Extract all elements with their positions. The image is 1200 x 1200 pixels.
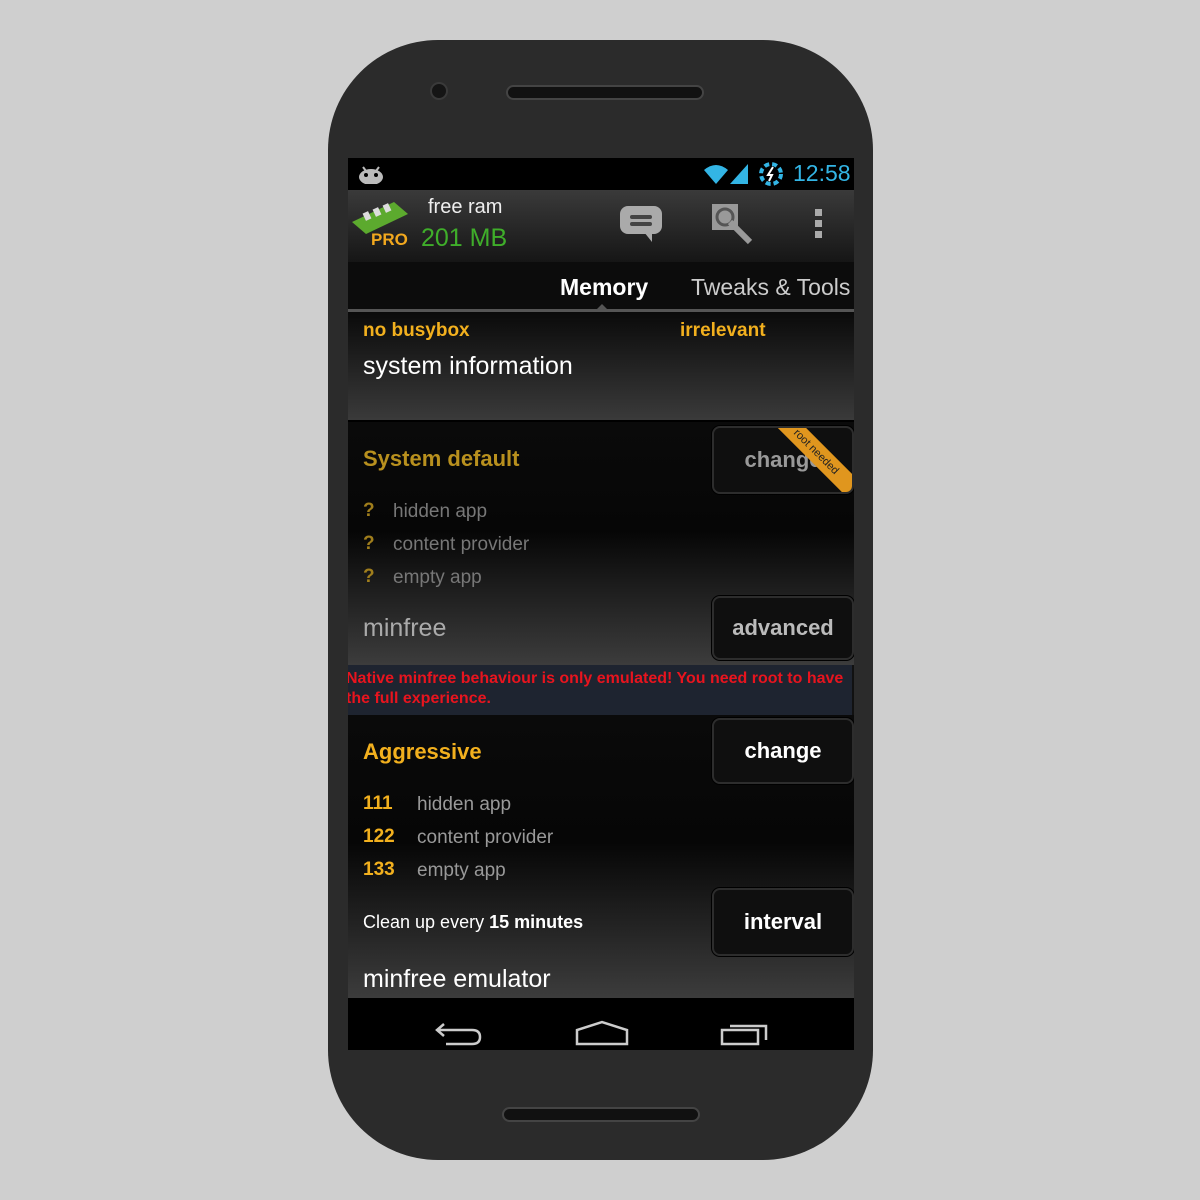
row-value: ? bbox=[363, 500, 375, 521]
row-label: content provider bbox=[417, 827, 554, 848]
row-value: 111 bbox=[363, 793, 393, 814]
minfree-label: minfree bbox=[363, 614, 447, 642]
system-info-title: system information bbox=[363, 352, 573, 380]
app-title: free ram bbox=[428, 196, 503, 218]
tab-bar: Memory Tweaks & Tools bbox=[348, 262, 854, 312]
system-default-card: System default change root needed ? hidd… bbox=[348, 420, 854, 665]
battery-charging-icon bbox=[759, 162, 783, 186]
recent-apps-icon[interactable] bbox=[720, 1020, 772, 1046]
cleanup-interval-value: 15 minutes bbox=[489, 912, 584, 932]
row-label: empty app bbox=[393, 567, 482, 588]
wifi-signal-icon bbox=[704, 164, 748, 184]
row-value: 133 bbox=[363, 859, 395, 880]
cleanup-prefix: Clean up every bbox=[363, 912, 485, 932]
free-ram-value: 201 MB bbox=[421, 224, 508, 252]
root-warning: Native minfree behaviour is only emulate… bbox=[348, 665, 852, 715]
tab-tweaks-tools[interactable]: Tweaks & Tools bbox=[691, 274, 850, 301]
row-label: empty app bbox=[417, 860, 506, 881]
row-label: content provider bbox=[393, 534, 530, 555]
navigation-bar bbox=[348, 998, 854, 1050]
aggressive-card: Aggressive change 111 hidden app 122 con… bbox=[348, 715, 854, 998]
system-info-card[interactable]: no busybox irrelevant system information bbox=[348, 312, 854, 420]
row-label: hidden app bbox=[417, 794, 512, 815]
busybox-status: no busybox bbox=[363, 320, 470, 341]
clock: 12:58 bbox=[793, 160, 851, 186]
bottom-speaker bbox=[502, 1107, 700, 1122]
status-bar: 12:58 bbox=[348, 158, 854, 190]
profile-title: Aggressive bbox=[363, 739, 482, 764]
pro-badge: PRO bbox=[371, 230, 408, 249]
change-button-disabled[interactable]: change root needed bbox=[712, 426, 854, 494]
home-icon[interactable] bbox=[575, 1020, 629, 1046]
overflow-menu-icon[interactable] bbox=[814, 208, 824, 240]
active-tab-indicator bbox=[596, 304, 608, 310]
earpiece bbox=[506, 85, 704, 100]
front-camera bbox=[430, 82, 448, 100]
wrench-search-icon[interactable] bbox=[710, 202, 756, 246]
interval-button[interactable]: interval bbox=[712, 888, 854, 956]
chat-icon[interactable] bbox=[618, 204, 664, 244]
root-status: irrelevant bbox=[680, 320, 766, 341]
tab-memory[interactable]: Memory bbox=[560, 274, 648, 301]
row-value: ? bbox=[363, 566, 375, 587]
change-button[interactable]: change bbox=[712, 718, 854, 784]
android-notification-icon bbox=[359, 166, 383, 184]
action-bar: PRO free ram 201 MB bbox=[348, 190, 854, 262]
back-icon[interactable] bbox=[434, 1020, 484, 1046]
advanced-button[interactable]: advanced bbox=[712, 596, 854, 660]
row-value: 122 bbox=[363, 826, 395, 847]
minfree-emulator-label: minfree emulator bbox=[363, 965, 551, 993]
row-value: ? bbox=[363, 533, 375, 554]
screen: 12:58 PRO free ram 201 MB Memory Tweaks … bbox=[348, 158, 854, 1050]
row-label: hidden app bbox=[393, 501, 488, 522]
profile-title: System default bbox=[363, 446, 520, 471]
ram-logo-icon[interactable] bbox=[350, 200, 410, 234]
cleanup-text: Clean up every 15 minutes bbox=[363, 912, 583, 933]
